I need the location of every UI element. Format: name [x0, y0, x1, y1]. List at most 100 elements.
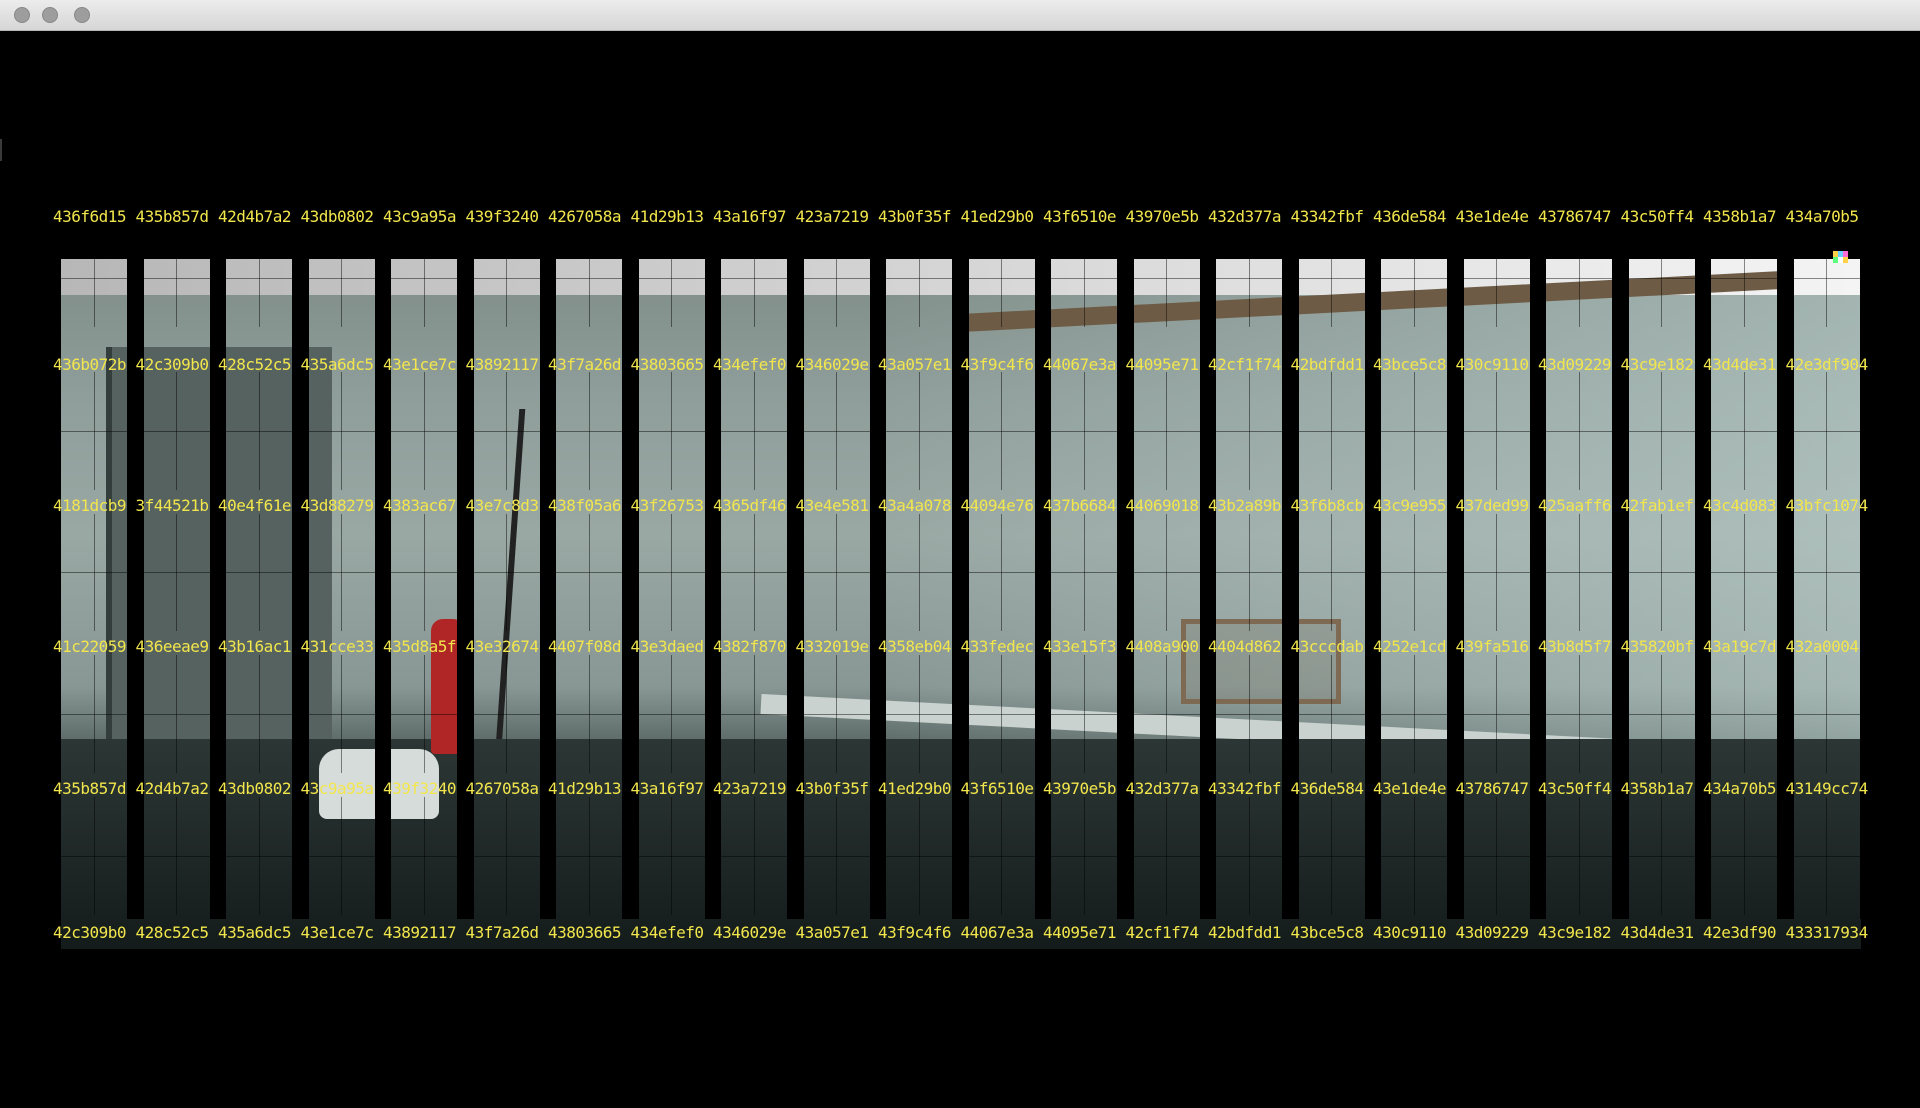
tile-separator	[1694, 229, 1711, 919]
tile-hex-label: 43f6b8cb	[1290, 496, 1365, 515]
tile-hex-label: 42fab1ef	[1620, 496, 1695, 515]
tile-separator	[374, 229, 391, 919]
grid-tile	[1711, 797, 1777, 915]
grid-tile	[1628, 514, 1695, 631]
tile-hex-label: 43bfc1074	[1785, 496, 1869, 515]
minimize-window-button[interactable]	[42, 7, 58, 23]
tile-hex-label: 43d09229	[1538, 355, 1612, 374]
tile-hex-label: 436b072b	[53, 355, 127, 374]
grid-tile	[556, 372, 622, 490]
grid-tile	[226, 655, 292, 773]
tile-hex-label: 43a16f97	[630, 779, 705, 798]
grid-tile	[638, 229, 705, 327]
grid-tile	[1133, 655, 1200, 773]
tile-separator	[1447, 229, 1464, 919]
tile-separator	[457, 229, 474, 919]
tile-hex-label: 435b857d	[135, 207, 210, 226]
tile-hex-label: 425aaff6	[1538, 496, 1612, 515]
tile-hex-label: 434a70b5	[1785, 207, 1860, 226]
close-window-button[interactable]	[14, 7, 30, 23]
tile-hex-label: 428c52c5	[218, 355, 292, 374]
tile-hex-label: 430c9110	[1455, 355, 1530, 374]
grid-tile	[1711, 229, 1777, 327]
grid-tile	[1133, 514, 1200, 631]
grid-tile	[1298, 797, 1365, 915]
grid-tile	[803, 514, 870, 631]
grid-tile	[61, 797, 127, 915]
tile-hex-label: 43db0802	[218, 779, 292, 798]
tile-hex-label: 43e1ce7c	[383, 355, 457, 374]
grid-tile	[1051, 655, 1117, 773]
grid-tile	[1546, 797, 1612, 915]
tile-hex-label: 432d377a	[1208, 207, 1282, 226]
tile-hex-label: 43e4e581	[795, 496, 870, 515]
grid-tile	[473, 514, 540, 631]
grid-tile	[1793, 229, 1860, 327]
grid-tile	[308, 229, 375, 327]
tile-hex-label: 4407f08d	[548, 637, 622, 656]
grid-tile	[1216, 229, 1282, 327]
grid-tile	[1216, 372, 1282, 490]
grid-tile	[226, 514, 292, 631]
grid-tile	[886, 514, 952, 631]
grid-tile	[391, 372, 457, 490]
tile-hex-label: 428c52c5	[135, 923, 210, 942]
tile-hex-label: 436de584	[1373, 207, 1447, 226]
tile-hex-label: 435a6dc5	[218, 923, 292, 942]
grid-tile	[886, 797, 952, 915]
grid-tile	[1546, 372, 1612, 490]
grid-tile	[556, 514, 622, 631]
tile-hex-label: 43b0f35f	[878, 207, 952, 226]
tile-hex-label: 41d29b13	[548, 779, 622, 798]
tile-hex-label: 42c309b0	[135, 355, 210, 374]
grid-tile	[886, 229, 952, 327]
grid-tile	[143, 655, 210, 773]
grid-tile	[968, 372, 1035, 490]
tile-separator	[622, 229, 639, 919]
grid-tile	[968, 514, 1035, 631]
grid-tile	[1381, 372, 1447, 490]
tile-hex-label: 43bce5c8	[1290, 923, 1365, 942]
tile-separator	[952, 229, 969, 919]
tile-hex-label: 3f44521b	[135, 496, 210, 515]
tile-hex-label: 43c9e182	[1620, 355, 1695, 374]
grid-tile	[1546, 229, 1612, 327]
tile-hex-label: 42d4b7a2	[135, 779, 210, 798]
grid-tile	[1381, 229, 1447, 327]
grid-tile	[391, 229, 457, 327]
tile-separator	[1282, 229, 1299, 919]
tile-hex-label: 4181dcb9	[53, 496, 127, 515]
grid-tile	[1298, 655, 1365, 773]
grid-tile	[803, 229, 870, 327]
tile-hex-label: 43c9a95a	[300, 779, 375, 798]
grid-tile	[721, 372, 787, 490]
grid-tile	[1463, 372, 1530, 490]
zoom-window-button[interactable]	[74, 7, 90, 23]
tile-hex-label: 43d4de31	[1620, 923, 1695, 942]
grid-tile	[61, 372, 127, 490]
tile-hex-label: 43c9a95a	[383, 207, 457, 226]
tile-hex-label: 43a057e1	[878, 355, 952, 374]
grid-tile	[556, 797, 622, 915]
tile-hex-label: 43f7a26d	[548, 355, 622, 374]
grid-tile	[143, 514, 210, 631]
tile-hex-label: 43d88279	[300, 496, 375, 515]
tile-hex-label: 435d8a5f	[383, 637, 457, 656]
tile-hex-label: 42bdfdd1	[1290, 355, 1365, 374]
grid-tile	[1381, 655, 1447, 773]
grid-tile	[308, 514, 375, 631]
tile-separator	[127, 229, 144, 919]
grid-tile	[1793, 797, 1860, 915]
tile-hex-label: 43149cc74	[1785, 779, 1869, 798]
tile-hex-label: 41ed29b0	[960, 207, 1035, 226]
grid-tile	[226, 797, 292, 915]
tile-hex-label: 43f9c4f6	[878, 923, 952, 942]
grid-tile	[1793, 514, 1860, 631]
grid-tile	[803, 655, 870, 773]
tile-separator	[1199, 229, 1216, 919]
tile-separator	[1529, 229, 1546, 919]
tile-hex-label: 4365df46	[713, 496, 787, 515]
grid-tile	[226, 229, 292, 327]
grid-tile	[886, 372, 952, 490]
grid-tile	[803, 372, 870, 490]
